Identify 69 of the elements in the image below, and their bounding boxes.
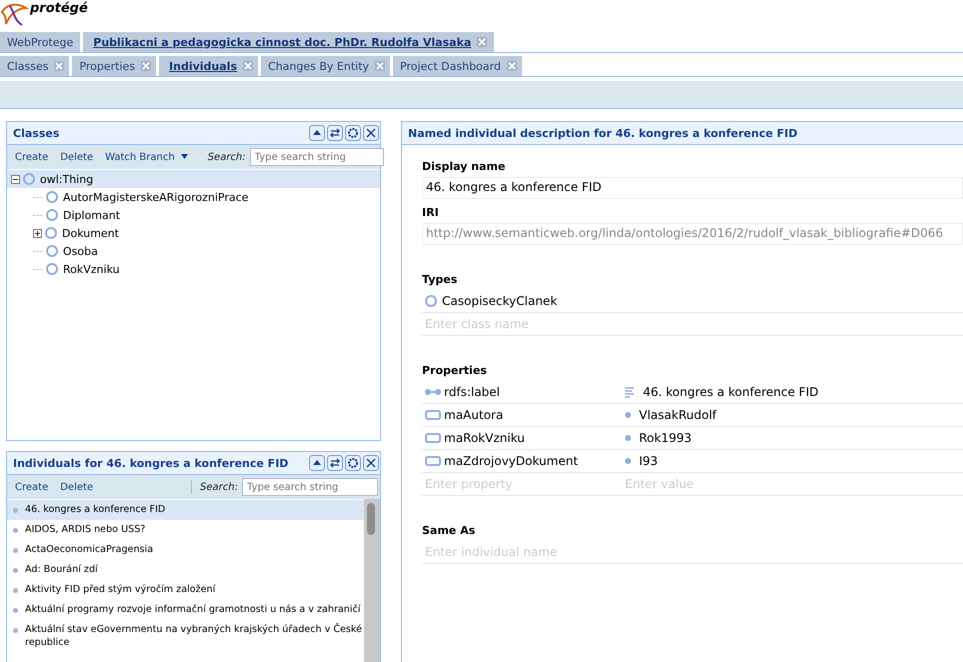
annotation-property-icon (425, 388, 441, 396)
property-name[interactable]: rdfs:label (422, 385, 625, 399)
refresh-icon[interactable] (327, 125, 343, 141)
panel-title: Named individual description for 46. kongres a konference FID (408, 126, 798, 140)
tree-item[interactable]: Diplomant (7, 206, 380, 224)
section-label: Types (422, 273, 458, 286)
toolbar-button[interactable]: Create (15, 152, 48, 162)
panel-title: Classes (13, 126, 60, 140)
search-field[interactable]: Type search string (250, 148, 384, 166)
list-item[interactable]: 46. kongres a konference FID (7, 500, 364, 520)
property-name[interactable]: maZdrojovyDokument (422, 454, 625, 468)
dot-icon (625, 412, 631, 418)
collapse-icon[interactable] (11, 174, 20, 184)
tab[interactable]: Changes By Entity (261, 56, 390, 76)
project-tab[interactable]: WebProtege (0, 32, 80, 52)
toolbar-button[interactable]: Create (15, 482, 48, 492)
tree-item[interactable]: RokVzniku (7, 260, 380, 278)
dot-icon (625, 458, 631, 464)
list-item[interactable]: Aktuální stav eGovernmentu na vybraných krajských úřadech v České republice (7, 620, 364, 653)
section-label: Same As (422, 524, 476, 537)
logo-text: protégé (30, 1, 88, 16)
field-label: IRI (422, 206, 440, 219)
property-name[interactable]: maRokVzniku (422, 431, 625, 445)
dropdown-button[interactable]: Watch Branch (105, 152, 188, 162)
property-value[interactable]: I93 (625, 454, 658, 468)
property-value[interactable]: Rok1993 (625, 431, 692, 445)
list-item[interactable]: ActaOeconomicaPragensia (7, 540, 364, 560)
tab[interactable]: Individuals (159, 56, 258, 76)
tab[interactable]: Classes (0, 56, 70, 76)
refresh-icon[interactable] (327, 455, 343, 471)
search-label: Search: (208, 152, 246, 162)
close-icon[interactable] (363, 125, 379, 141)
list-item[interactable]: Ad: Bourání zdí (7, 560, 364, 580)
settings-icon[interactable] (345, 455, 361, 471)
expand-icon[interactable] (33, 228, 42, 238)
project-tab[interactable]: Publikacni a pedagogicka cinnost doc. PhDr. Rudolfa Vlasaka (83, 32, 494, 52)
tree-item[interactable]: Osoba (7, 242, 380, 260)
close-icon[interactable] (363, 455, 379, 471)
tree-item[interactable]: Dokument (7, 224, 380, 242)
object-property-icon (425, 456, 441, 466)
search-label: Search: (200, 482, 238, 492)
field-label: Display name (422, 160, 506, 173)
text-lines-icon (625, 386, 635, 398)
type-item[interactable]: CasopiseckyClanek (422, 290, 963, 313)
collapse-icon[interactable] (309, 455, 325, 471)
tab[interactable]: Properties (72, 56, 156, 76)
collapse-icon[interactable] (309, 125, 325, 141)
tree-item[interactable]: owl:Thing (7, 170, 380, 188)
search-field[interactable]: Type search string (242, 478, 378, 496)
object-property-icon (425, 433, 441, 443)
scrollbar[interactable] (364, 499, 380, 662)
list-item[interactable]: Aktuální programy rozvoje informační gramotnosti u nás a v zahraničí (7, 600, 364, 620)
section-label: Properties (422, 364, 488, 377)
toolbar-button[interactable]: Delete (60, 152, 94, 162)
list-item[interactable]: AIDOS, ARDIS nebo USS? (7, 520, 364, 540)
object-property-icon (425, 410, 441, 420)
display-name-field[interactable]: 46. kongres a konference FID (422, 177, 963, 199)
property-value[interactable]: 46. kongres a konference FID (625, 385, 818, 399)
caret-icon[interactable] (180, 154, 188, 160)
tab[interactable]: Project Dashboard (393, 56, 522, 76)
settings-icon[interactable] (345, 125, 361, 141)
iri-field[interactable]: http://www.semanticweb.org/linda/ontologies/2016/2/rudolf_vlasak_bibliografie#D066 (422, 223, 963, 245)
panel-title: Individuals for 46. kongres a konference FID (13, 456, 288, 470)
property-value[interactable]: VlasakRudolf (625, 408, 716, 422)
list-item[interactable]: Aktivity FID před stým výročím založení (7, 580, 364, 600)
tree-item[interactable]: AutorMagisterskeARigorozniPrace (7, 188, 380, 206)
dot-icon (625, 435, 631, 441)
toolbar-button[interactable]: Delete (60, 482, 94, 492)
property-name[interactable]: maAutora (422, 408, 625, 422)
